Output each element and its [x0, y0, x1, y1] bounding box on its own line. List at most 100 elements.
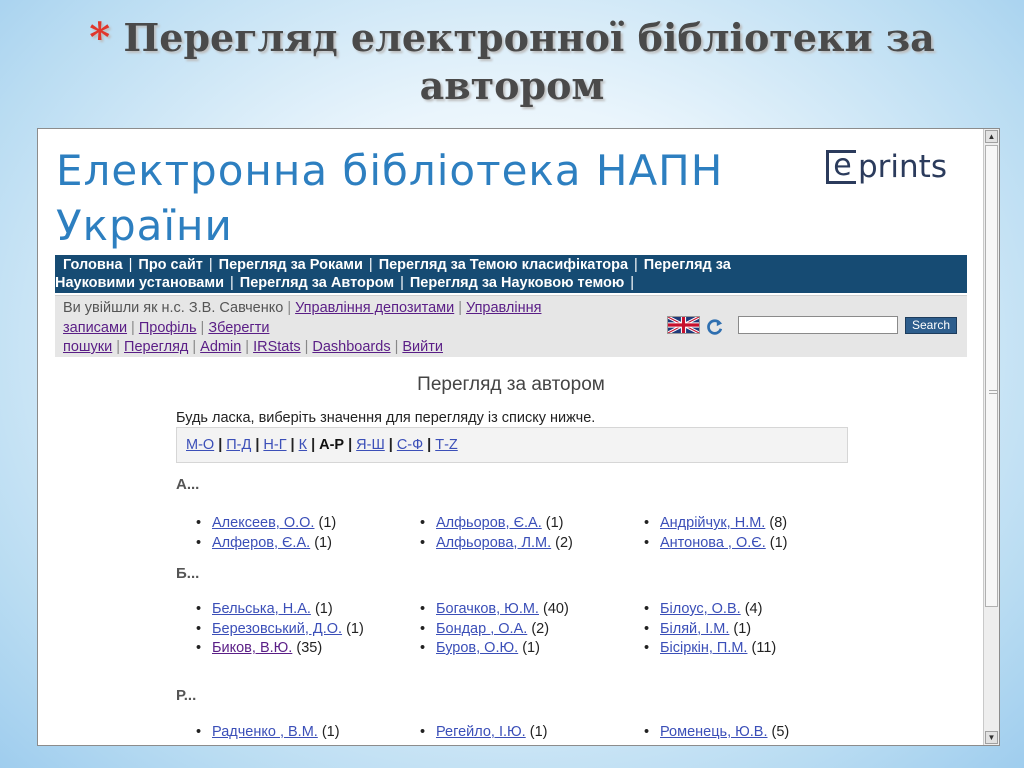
author-item-count: (35)	[296, 640, 323, 656]
search-button[interactable]: Search	[905, 317, 957, 334]
author-link[interactable]: Алфьоров, Є.А.	[436, 515, 542, 531]
user-menu-separator: |	[131, 319, 135, 336]
logout-link[interactable]: Вийти	[402, 339, 443, 355]
author-column: Богачков, Ю.М. (40) Бондар , О.А. (2) Буро…	[419, 600, 639, 659]
letter-range-link[interactable]: К	[299, 437, 307, 453]
author-list-item: Алфьоров, Є.А. (1)	[419, 514, 639, 534]
author-item-count: (2)	[531, 620, 550, 637]
author-link[interactable]: Буров, О.Ю.	[436, 640, 518, 656]
author-link[interactable]: Алексеев, О.О.	[212, 515, 314, 531]
author-column: Алексеев, О.О. (1) Алферов, Є.А. (1)	[195, 514, 415, 553]
page-heading: Перегляд за автором	[38, 374, 984, 396]
author-link[interactable]: Білоус, О.В.	[660, 601, 741, 617]
eprints-logo[interactable]: e prints	[826, 147, 972, 187]
author-list-item: Бісіркін, П.М. (11)	[643, 639, 863, 659]
manage-deposits-link[interactable]: Управління депозитами	[295, 300, 454, 316]
nav-browse-subjects[interactable]: Перегляд за Темою класифікатора	[379, 257, 628, 273]
author-link[interactable]: Бондар , О.А.	[436, 621, 527, 637]
nav-browse-research-topic[interactable]: Перегляд за Науковою темою	[410, 275, 624, 291]
site-title: Електронна бібліотека НАПН України	[56, 143, 826, 253]
user-toolbar: Ви увійшли як н.с. З.В. Савченко | Управлі…	[55, 295, 967, 357]
topnav-row-2: Науковими установами | Перегляд за Автором…	[55, 274, 967, 292]
review-link[interactable]: Перегляд	[124, 339, 188, 355]
nav-separator: |	[368, 257, 373, 273]
user-menu: Ви увійшли як н.с. З.В. Савченко | Управлі…	[63, 299, 663, 358]
browser-screenshot: Електронна бібліотека НАПН України e pri…	[37, 128, 1000, 746]
author-item-count: (2)	[555, 534, 573, 551]
author-link[interactable]: Андрійчук, Н.М.	[660, 515, 765, 531]
author-item-count: (40)	[543, 601, 569, 617]
author-link[interactable]: Радченко , В.М.	[212, 724, 318, 740]
letter-range-link[interactable]: Т-Z	[435, 437, 458, 453]
author-list-item: Биков, В.Ю. (35)	[195, 639, 415, 659]
user-menu-separator: |	[116, 339, 121, 355]
author-item-count: (8)	[769, 515, 788, 531]
author-link[interactable]: Биков, В.Ю.	[212, 640, 292, 656]
profile-link[interactable]: Профіль	[139, 320, 197, 336]
nav-browse-institutions-cont[interactable]: Науковими установами	[55, 275, 224, 291]
author-link[interactable]: Березовський, Д.О.	[212, 621, 342, 637]
nav-browse-authors[interactable]: Перегляд за Автором	[240, 275, 394, 291]
author-list: Роменець, Ю.В. (5)	[643, 723, 863, 743]
nav-home[interactable]: Головна	[63, 257, 123, 273]
search-input[interactable]	[738, 316, 898, 334]
nav-separator: |	[230, 275, 234, 291]
author-link[interactable]: Роменець, Ю.В.	[660, 724, 768, 740]
author-item-count: (1)	[318, 515, 337, 531]
user-menu-separator: |	[304, 339, 309, 355]
nav-browse-years[interactable]: Перегляд за Роками	[219, 257, 363, 273]
letter-separator: |	[427, 437, 432, 453]
author-list-item: Біляй, І.М. (1)	[643, 620, 863, 640]
author-list-item: Бельська, Н.А. (1)	[195, 600, 415, 620]
author-item-count: (1)	[314, 601, 333, 617]
scrollbar-thumb[interactable]	[985, 145, 998, 607]
author-list-item: Роменець, Ю.В. (5)	[643, 723, 863, 743]
user-menu-separator: |	[192, 339, 197, 355]
nav-about[interactable]: Про сайт	[138, 257, 203, 273]
author-item-count: (1)	[733, 620, 752, 637]
user-menu-separator: |	[394, 339, 399, 355]
irstats-link[interactable]: IRStats	[253, 339, 301, 355]
author-list-item: Алферов, Є.А. (1)	[195, 534, 415, 554]
vertical-scrollbar[interactable]: ▲ ▼	[983, 129, 999, 745]
author-link[interactable]: Богачков, Ю.М.	[436, 601, 539, 617]
author-column: Алфьоров, Є.А. (1)Алфьорова, Л.М. (2)	[419, 514, 639, 553]
manage-records-link-1[interactable]: Управління	[466, 300, 541, 316]
saved-searches-link-2[interactable]: пошуки	[63, 339, 112, 355]
author-list: Білоус, О.В. (4)Біляй, І.М. (1)Бісіркін,…	[643, 600, 863, 659]
letter-range-link[interactable]: Н-Г	[263, 437, 286, 453]
letter-range-link[interactable]: С-Ф	[397, 437, 423, 453]
author-link[interactable]: Регейло, І.Ю.	[436, 724, 526, 740]
nav-separator: |	[630, 275, 635, 291]
nav-separator: |	[128, 257, 133, 273]
author-link[interactable]: Бісіркін, П.М.	[660, 640, 747, 656]
scroll-down-icon[interactable]: ▼	[985, 731, 998, 744]
author-list-item: Андрійчук, Н.М. (8)	[643, 514, 863, 534]
dashboards-link[interactable]: Dashboards	[312, 339, 390, 355]
letter-range-link[interactable]: Я-Ш	[356, 437, 385, 453]
letter-range-link[interactable]: П-Д	[226, 437, 251, 453]
manage-records-link-2[interactable]: записами	[63, 320, 127, 336]
author-item-count: (11)	[751, 640, 777, 656]
author-link[interactable]: Алфьорова, Л.М.	[436, 535, 551, 551]
nav-separator: |	[208, 257, 213, 273]
browse-instructions: Будь ласка, виберіть значення для перегл…	[176, 410, 596, 426]
slide-bullet: *	[89, 14, 111, 61]
author-list-item: Березовський, Д.О. (1)	[195, 620, 415, 640]
author-link[interactable]: Антонова , О.Є.	[660, 535, 766, 551]
author-link[interactable]: Алферов, Є.А.	[212, 535, 310, 551]
author-list-item: Антонова , О.Є. (1)	[643, 534, 863, 554]
reload-icon[interactable]	[706, 318, 724, 336]
user-menu-separator: |	[245, 339, 250, 355]
nav-browse-institutions[interactable]: Перегляд за	[644, 257, 731, 273]
saved-searches-link-1[interactable]: Зберегти	[208, 320, 269, 336]
slide-title: * Перегляд електронної бібліотеки за авт…	[60, 14, 964, 110]
scroll-up-icon[interactable]: ▲	[985, 130, 998, 143]
nav-separator: |	[400, 275, 404, 291]
uk-flag-icon[interactable]	[667, 316, 700, 334]
author-link[interactable]: Бельська, Н.А.	[212, 601, 311, 617]
admin-link[interactable]: Admin	[200, 339, 241, 355]
letter-range-link[interactable]: М-О	[186, 437, 214, 453]
author-link[interactable]: Біляй, І.М.	[660, 621, 729, 637]
author-list: Андрійчук, Н.М. (8)Антонова , О.Є. (1)	[643, 514, 863, 553]
